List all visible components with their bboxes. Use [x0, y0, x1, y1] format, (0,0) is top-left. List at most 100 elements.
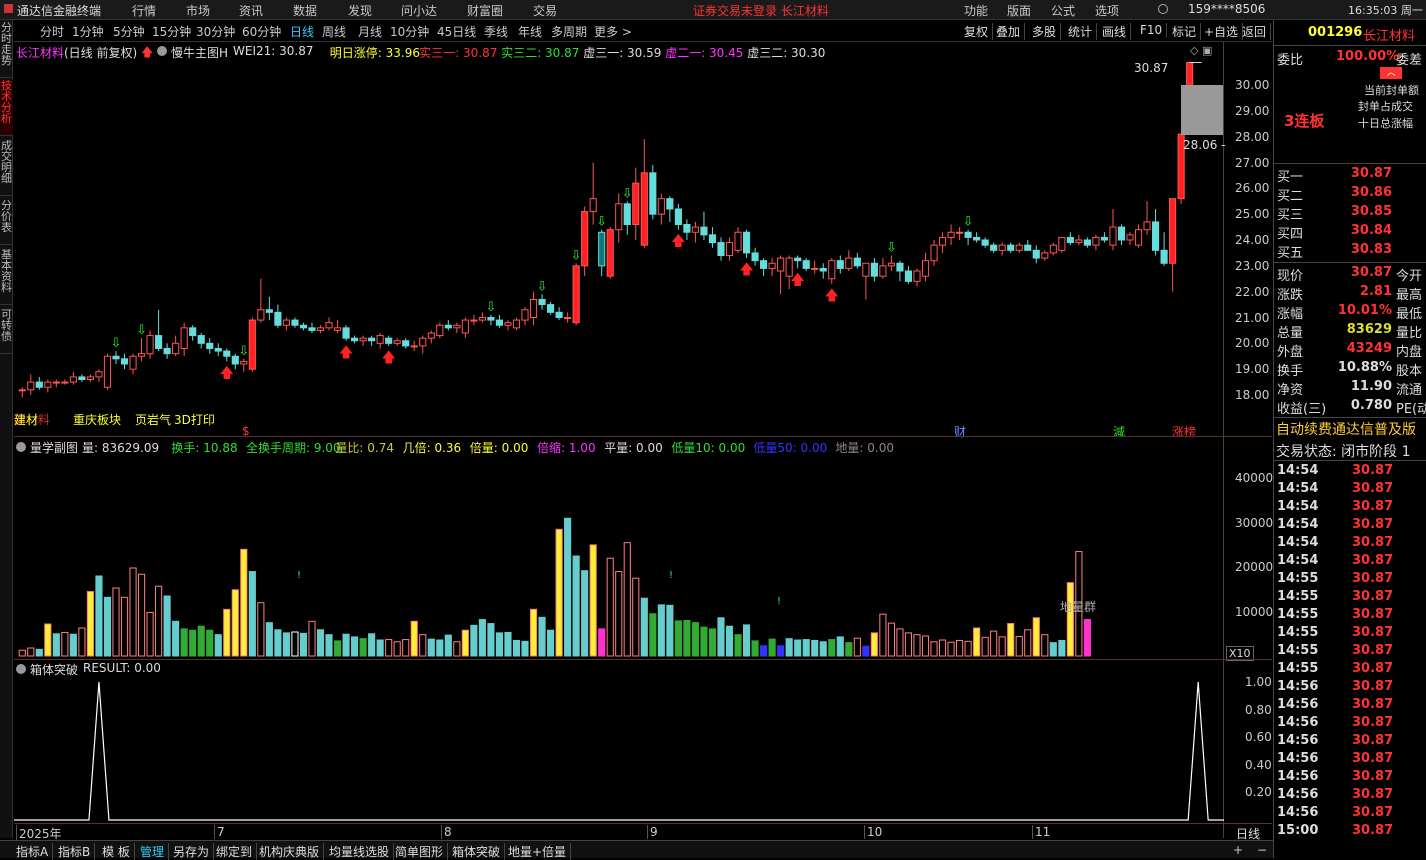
- candle[interactable]: [640, 139, 648, 248]
- bottom-tab-9[interactable]: 箱体突破: [452, 843, 506, 860]
- volume-bar[interactable]: [461, 629, 469, 657]
- volume-bar[interactable]: [197, 625, 205, 657]
- candle[interactable]: [351, 335, 359, 344]
- volume-bar[interactable]: [529, 608, 538, 657]
- candle[interactable]: [1134, 224, 1143, 248]
- candle[interactable]: [538, 294, 546, 310]
- volume-bar[interactable]: [708, 628, 717, 657]
- candle[interactable]: [1083, 237, 1091, 248]
- menu-discover[interactable]: 发现: [348, 2, 372, 19]
- volume-bar[interactable]: [146, 611, 154, 657]
- volume-bar[interactable]: [547, 629, 555, 657]
- box-breakout-chart[interactable]: [14, 678, 1224, 824]
- candle[interactable]: [862, 262, 870, 300]
- stock-name[interactable]: 长江材料: [16, 44, 64, 61]
- volume-bar[interactable]: [870, 632, 878, 657]
- volume-bar[interactable]: [930, 641, 938, 657]
- volume-bar[interactable]: [316, 629, 325, 657]
- candle[interactable]: [495, 314, 504, 328]
- volume-bar[interactable]: [257, 602, 265, 657]
- candle[interactable]: [981, 237, 989, 248]
- candle[interactable]: [887, 255, 895, 272]
- period-8[interactable]: 月线: [358, 23, 382, 40]
- bottom-tab-3[interactable]: 管理: [140, 843, 170, 860]
- candle[interactable]: [1126, 232, 1134, 246]
- volume-bar[interactable]: [921, 635, 930, 657]
- volume-bar[interactable]: [504, 631, 512, 657]
- volume-bar[interactable]: [376, 639, 384, 657]
- candle[interactable]: [78, 374, 86, 383]
- candle[interactable]: [734, 227, 742, 253]
- stock-code[interactable]: 001296: [1308, 25, 1362, 40]
- volume-bar[interactable]: [112, 587, 120, 657]
- volume-bar[interactable]: [794, 639, 802, 657]
- volume-bar[interactable]: [973, 627, 981, 657]
- volume-bar[interactable]: [240, 548, 248, 657]
- candle[interactable]: [368, 335, 376, 346]
- candle[interactable]: [649, 165, 657, 220]
- volume-bar[interactable]: [836, 636, 844, 657]
- candle[interactable]: [1169, 198, 1177, 292]
- bottom-tab-2[interactable]: 模 板: [102, 843, 135, 860]
- period-12[interactable]: 年线: [518, 23, 542, 40]
- volume-bar[interactable]: [623, 542, 631, 657]
- volume-bar[interactable]: [521, 640, 529, 657]
- candle[interactable]: [163, 343, 171, 359]
- candle[interactable]: [487, 314, 495, 326]
- promo-banner[interactable]: 自动续费通达信普及版: [1276, 419, 1416, 439]
- menu-wenxiaoda[interactable]: 问小达: [401, 2, 437, 19]
- candle[interactable]: [896, 260, 904, 282]
- period-1[interactable]: 1分钟: [72, 23, 104, 40]
- volume-bar[interactable]: [393, 641, 401, 657]
- candle[interactable]: [206, 338, 214, 354]
- volume-bar[interactable]: [129, 567, 137, 657]
- candle[interactable]: [308, 322, 316, 333]
- candle[interactable]: [742, 229, 751, 259]
- login-notice[interactable]: 证券交易未登录 长江材料: [693, 2, 829, 19]
- candle[interactable]: [947, 224, 955, 246]
- period-5[interactable]: 60分钟: [242, 23, 281, 40]
- candle[interactable]: [120, 353, 129, 370]
- bottom-tab-6[interactable]: 机构庆典版: [259, 843, 325, 860]
- candle[interactable]: [410, 340, 418, 352]
- candle[interactable]: [282, 317, 290, 331]
- candle[interactable]: [1109, 209, 1117, 251]
- menu-data[interactable]: 数据: [293, 2, 317, 19]
- volume-bar[interactable]: [35, 648, 43, 657]
- box-indicator-name[interactable]: 箱体突破: [30, 661, 78, 678]
- candle[interactable]: [930, 240, 938, 266]
- volume-bar[interactable]: [785, 638, 793, 657]
- volume-bar[interactable]: [44, 623, 52, 657]
- volume-bar[interactable]: [802, 639, 810, 657]
- candle[interactable]: [274, 304, 282, 328]
- candle[interactable]: [1152, 209, 1160, 256]
- collapse-arrow-icon[interactable]: ︿: [1380, 67, 1402, 79]
- candle[interactable]: [555, 307, 563, 321]
- candle[interactable]: [189, 325, 197, 341]
- volume-bar[interactable]: [95, 575, 103, 657]
- volume-bar[interactable]: [964, 640, 972, 657]
- volume-bar[interactable]: [436, 639, 444, 657]
- candle[interactable]: [581, 206, 589, 277]
- candle[interactable]: [674, 203, 682, 230]
- candle[interactable]: [257, 278, 265, 323]
- menu-trade[interactable]: 交易: [533, 2, 557, 19]
- menu-formula[interactable]: 公式: [1051, 2, 1075, 19]
- candle[interactable]: [461, 317, 469, 339]
- volume-bar[interactable]: [291, 631, 299, 657]
- volume-bar[interactable]: [69, 633, 77, 657]
- candle[interactable]: [802, 258, 810, 271]
- candle[interactable]: [1143, 201, 1151, 235]
- volume-bar[interactable]: [904, 632, 913, 657]
- candle[interactable]: [172, 335, 180, 357]
- volume-bar[interactable]: [419, 634, 427, 657]
- candle[interactable]: [1024, 240, 1032, 251]
- volume-bar[interactable]: [666, 604, 674, 657]
- indicator-name[interactable]: 慢牛主图H: [171, 44, 228, 61]
- volume-bar[interactable]: [1058, 639, 1066, 657]
- volume-dropdown-icon[interactable]: [16, 442, 26, 452]
- candle[interactable]: [419, 335, 427, 354]
- candle[interactable]: [1058, 236, 1066, 253]
- volume-bar[interactable]: [444, 634, 452, 657]
- candle[interactable]: [1007, 242, 1015, 253]
